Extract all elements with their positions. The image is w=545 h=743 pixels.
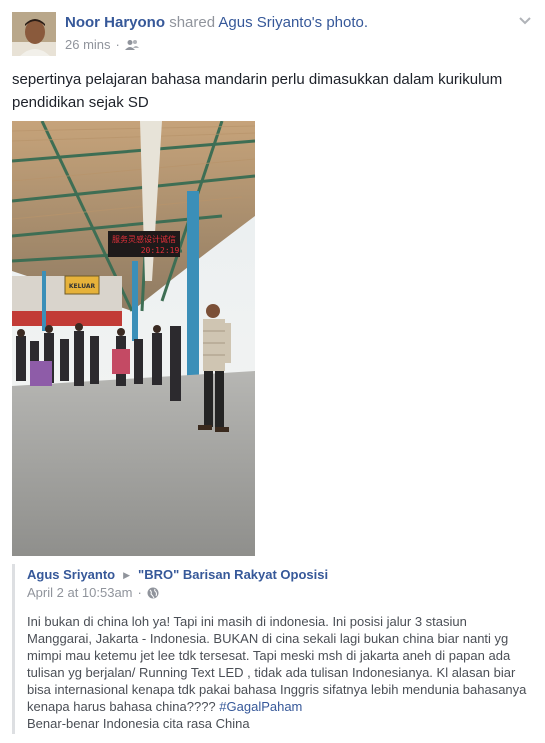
globe-icon[interactable]	[147, 587, 159, 599]
shared-photo-link[interactable]: Agus Sriyanto's photo.	[218, 14, 368, 31]
shared-author-name[interactable]: Agus Sriyanto	[27, 567, 115, 583]
friends-icon[interactable]	[124, 39, 139, 51]
shared-post-text: Ini bukan di china loh ya! Tapi ini masi…	[27, 613, 527, 732]
shared-header: Agus Sriyanto ▶ "BRO" Barisan Rakyat Opo…	[27, 567, 328, 583]
shared-closing-line: Benar-benar Indonesia cita rasa China	[27, 716, 250, 731]
post-meta: 26 mins ·	[65, 37, 139, 53]
author-name[interactable]: Noor Haryono	[65, 14, 165, 31]
meta-separator: ·	[115, 37, 120, 52]
post-timestamp[interactable]: 26 mins	[65, 37, 111, 53]
post-message: sepertinya pelajaran bahasa mandarin per…	[12, 71, 503, 111]
author-avatar[interactable]	[12, 12, 56, 56]
shared-timestamp[interactable]: April 2 at 10:53am	[27, 585, 133, 601]
arrow-right-icon: ▶	[123, 570, 131, 580]
shared-meta: April 2 at 10:53am ·	[27, 585, 159, 601]
exit-sign-text: KELUAR	[69, 283, 96, 290]
shared-group-name[interactable]: "BRO" Barisan Rakyat Oposisi	[138, 567, 328, 583]
shared-meta-separator: ·	[137, 585, 142, 600]
led-sign-time: 20:12:19	[141, 246, 180, 255]
chevron-down-icon[interactable]	[518, 14, 532, 26]
hashtag-link[interactable]: #GagalPaham	[219, 699, 302, 714]
post-photo[interactable]: 服务灵感设计诚信 20:12:19 KELUAR	[12, 121, 255, 556]
post-card: Noor Haryono shared Agus Sriyanto's phot…	[0, 0, 545, 743]
led-sign-text: 服务灵感设计诚信	[112, 234, 176, 244]
shared-original-post: Agus Sriyanto ▶ "BRO" Barisan Rakyat Opo…	[12, 564, 535, 734]
post-header: Noor Haryono shared Agus Sriyanto's phot…	[65, 13, 368, 32]
action-text: shared	[169, 14, 216, 31]
